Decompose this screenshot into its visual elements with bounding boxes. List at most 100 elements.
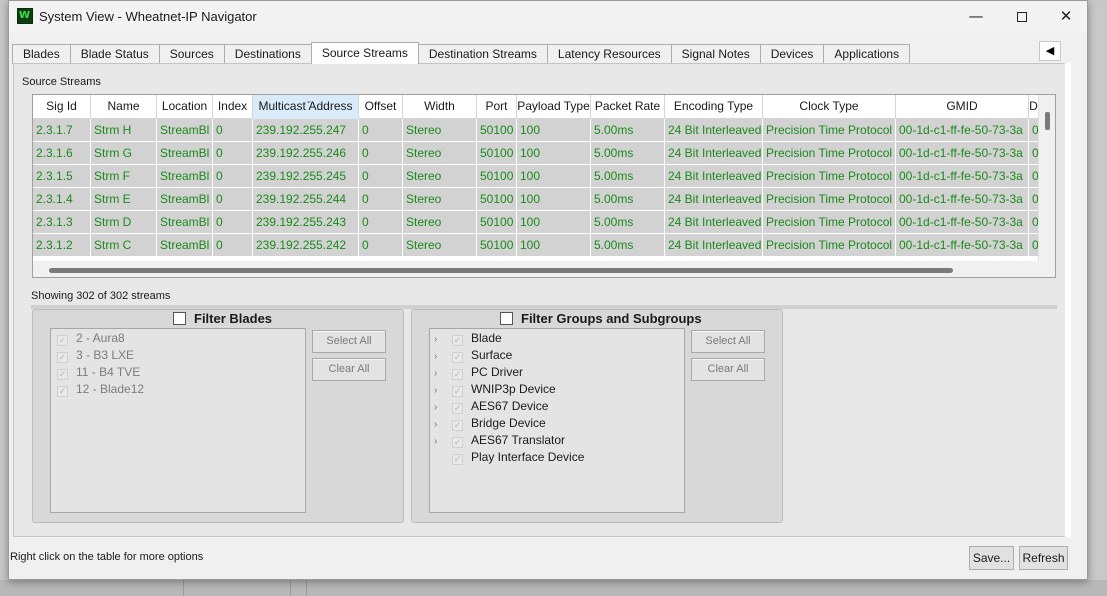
check-icon[interactable]: ✓ [452, 420, 463, 431]
filter-blades-checkbox[interactable] [173, 312, 186, 325]
column-header-index[interactable]: Index [213, 95, 253, 119]
blades-clear-all-button[interactable]: Clear All [312, 358, 386, 381]
cell-location: StreamBl [157, 234, 213, 256]
cell-sig-id: 2.3.1.4 [33, 188, 91, 210]
column-header-width[interactable]: Width [403, 95, 477, 119]
chevron-right-icon[interactable]: › [434, 416, 446, 433]
check-icon[interactable]: ✓ [452, 352, 463, 363]
vertical-scrollbar[interactable] [1038, 95, 1055, 261]
cell-encoding-type: 24 Bit Interleaved [665, 142, 763, 164]
check-icon[interactable]: ✓ [57, 369, 68, 380]
group-tree-item[interactable]: › ✓ Blade [434, 330, 502, 347]
filter-groups-checkbox[interactable] [500, 312, 513, 325]
column-header-encoding-type[interactable]: Encoding Type [665, 95, 763, 119]
maximize-button[interactable] [999, 1, 1045, 32]
chevron-right-icon[interactable]: › [434, 348, 446, 365]
blade-list-item[interactable]: ✓ 11 - B4 TVE [57, 364, 140, 381]
table-row[interactable]: 2.3.1.5 Strm F StreamBl 0 239.192.255.245 0 St… [33, 165, 1039, 188]
cell-gmid: 00-1d-c1-ff-fe-50-73-3a [896, 211, 1029, 233]
tab-blade-status[interactable]: Blade Status [69, 44, 160, 64]
check-icon[interactable]: ✓ [452, 437, 463, 448]
table-row[interactable]: 2.3.1.3 Strm D StreamBl 0 239.192.255.243 0 St… [33, 211, 1039, 234]
cell-payload-type: 100 [517, 142, 591, 164]
check-icon[interactable]: ✓ [452, 454, 463, 465]
cell-port: 50100 [477, 234, 517, 256]
cell-name: Strm D [91, 211, 157, 233]
cell-port: 50100 [477, 142, 517, 164]
chevron-right-icon[interactable]: › [434, 399, 446, 416]
column-header-packet-rate[interactable]: Packet Rate [591, 95, 665, 119]
group-tree-item-label: Play Interface Device [471, 450, 585, 464]
blade-list-item[interactable]: ✓ 3 - B3 LXE [57, 347, 134, 364]
tab-devices[interactable]: Devices [759, 44, 825, 64]
close-button[interactable]: ✕ [1043, 1, 1089, 32]
refresh-button[interactable]: Refresh [1019, 546, 1068, 570]
tab-blades[interactable]: Blades [12, 44, 71, 64]
blades-list[interactable]: ✓ 2 - Aura8 ✓ 3 - B3 LXE ✓ 11 - B4 TVE ✓ 12 - B… [50, 328, 306, 513]
chevron-right-icon[interactable]: › [434, 433, 446, 450]
cell-gmid: 00-1d-c1-ff-fe-50-73-3a [896, 234, 1029, 256]
tab-destinations[interactable]: Destinations [223, 44, 312, 64]
table-row[interactable]: 2.3.1.7 Strm H StreamBl 0 239.192.255.247 0 St… [33, 119, 1039, 142]
column-header-multicast-address[interactable]: Multicast Address ⌄ [253, 95, 359, 119]
horizontal-scroll-thumb[interactable] [49, 268, 953, 273]
column-header-offset[interactable]: Offset [359, 95, 403, 119]
group-tree-item[interactable]: › ✓ Bridge Device [434, 415, 546, 432]
check-icon[interactable]: ✓ [452, 335, 463, 346]
cell-clock-type: Precision Time Protocol [763, 142, 896, 164]
check-icon[interactable]: ✓ [452, 369, 463, 380]
column-header-location[interactable]: Location [157, 95, 213, 119]
groups-clear-all-button[interactable]: Clear All [691, 358, 765, 381]
filter-groups-panel: Filter Groups and Subgroups › ✓ Blade › ✓ Sur… [411, 309, 783, 523]
cell-clock-type: Precision Time Protocol [763, 234, 896, 256]
minimize-button[interactable]: — [953, 1, 999, 32]
blade-list-item[interactable]: ✓ 12 - Blade12 [57, 381, 144, 398]
column-header-clock-type[interactable]: Clock Type [763, 95, 896, 119]
horizontal-scrollbar[interactable] [33, 261, 1039, 277]
tab-applications[interactable]: Applications [823, 44, 911, 64]
group-tree-item[interactable]: › ✓ AES67 Translator [434, 432, 565, 449]
background-divider [306, 580, 307, 596]
table-row[interactable]: 2.3.1.6 Strm G StreamBl 0 239.192.255.246 0 St… [33, 142, 1039, 165]
check-icon[interactable]: ✓ [57, 386, 68, 397]
maximize-icon [1017, 11, 1027, 22]
groups-tree[interactable]: › ✓ Blade › ✓ Surface › ✓ PC Driver › ✓ WNIP3p Devi… [429, 328, 685, 513]
vertical-scroll-thumb[interactable] [1045, 112, 1050, 130]
column-header-payload-type[interactable]: Payload Type [517, 95, 591, 119]
chevron-right-icon[interactable]: › [434, 331, 446, 348]
tab-source-streams[interactable]: Source Streams [310, 42, 419, 64]
cell-location: StreamBl [157, 119, 213, 141]
tab-latency-resources[interactable]: Latency Resources [546, 44, 672, 64]
group-tree-item[interactable]: › ✓ AES67 Device [434, 398, 548, 415]
check-icon[interactable]: ✓ [452, 403, 463, 414]
group-tree-item[interactable]: › ✓ WNIP3p Device [434, 381, 556, 398]
table-row[interactable]: 2.3.1.2 Strm C StreamBl 0 239.192.255.242 0 St… [33, 234, 1039, 257]
chevron-right-icon[interactable]: › [434, 365, 446, 382]
groups-select-all-button[interactable]: Select All [691, 330, 765, 353]
save-button[interactable]: Save... [969, 546, 1014, 570]
tab-destination-streams[interactable]: Destination Streams [417, 44, 548, 64]
cell-width: Stereo [403, 234, 477, 256]
tab-sources[interactable]: Sources [158, 44, 225, 64]
column-header-sig-id[interactable]: Sig Id [33, 95, 91, 119]
tab-scroll-left-button[interactable]: ◀ [1039, 41, 1061, 61]
background-divider [183, 580, 184, 596]
column-header-port[interactable]: Port [477, 95, 517, 119]
check-icon[interactable]: ✓ [57, 335, 68, 346]
column-header-label: Width [424, 99, 455, 113]
blades-select-all-button[interactable]: Select All [312, 330, 386, 353]
source-streams-table[interactable]: Sig Id Name Location Index Multicast Address… [32, 94, 1056, 278]
column-header-gmid[interactable]: GMID [896, 95, 1029, 119]
check-icon[interactable]: ✓ [452, 386, 463, 397]
background-taskbar-strip [0, 580, 1107, 596]
column-header-name[interactable]: Name [91, 95, 157, 119]
tab-signal-notes[interactable]: Signal Notes [670, 44, 761, 64]
blade-list-item[interactable]: ✓ 2 - Aura8 [57, 330, 125, 347]
chevron-right-icon[interactable]: › [434, 382, 446, 399]
group-tree-item[interactable]: › ✓ PC Driver [434, 364, 523, 381]
group-tree-item-label: Blade [471, 331, 502, 345]
group-tree-item[interactable]: › ✓ Surface [434, 347, 512, 364]
check-icon[interactable]: ✓ [57, 352, 68, 363]
table-row[interactable]: 2.3.1.4 Strm E StreamBl 0 239.192.255.244 0 St… [33, 188, 1039, 211]
group-tree-item[interactable]: ✓ Play Interface Device [434, 449, 584, 466]
